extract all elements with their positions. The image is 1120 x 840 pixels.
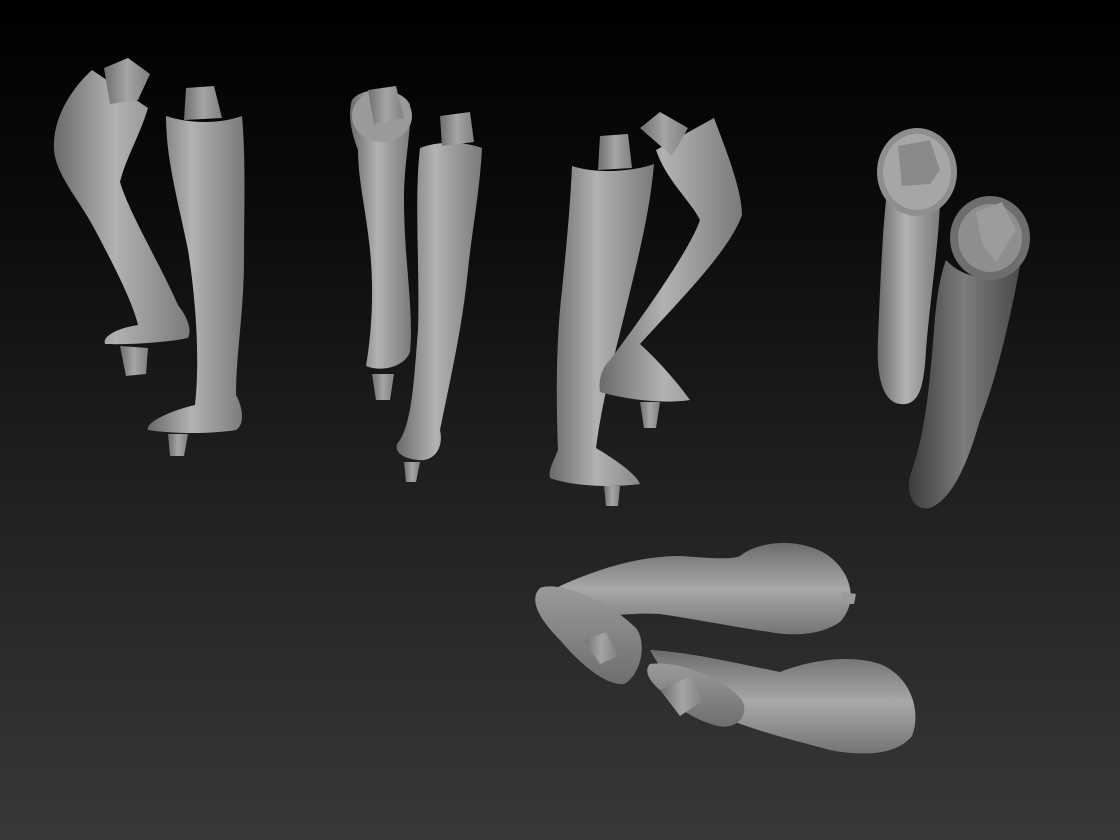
legs-group-front-view (549, 112, 742, 506)
right-back-leg-foot-peg (404, 462, 420, 482)
sculpt-viewport (53, 58, 1030, 754)
straight-leg-top-peg (184, 86, 222, 120)
legs-group-back-view (350, 86, 482, 482)
straight-leg-foot-peg (168, 434, 188, 456)
left-back-leg-foot-peg (372, 374, 394, 400)
legs-group-top-view (877, 128, 1030, 509)
legs-group-side-view (53, 58, 245, 456)
left-back-leg-top-peg (368, 86, 404, 124)
legs-group-lying (535, 542, 916, 754)
lying-upper-leg-nub (842, 592, 856, 604)
right-back-leg-top-peg (440, 112, 474, 146)
bent-leg-foot-peg (120, 346, 148, 376)
bent-leg (53, 70, 190, 345)
front-straight-leg-foot-peg (604, 486, 620, 506)
front-bent-leg-foot-peg (640, 402, 660, 428)
bent-leg-top-peg (104, 58, 150, 104)
front-straight-leg-top-peg (598, 134, 632, 170)
